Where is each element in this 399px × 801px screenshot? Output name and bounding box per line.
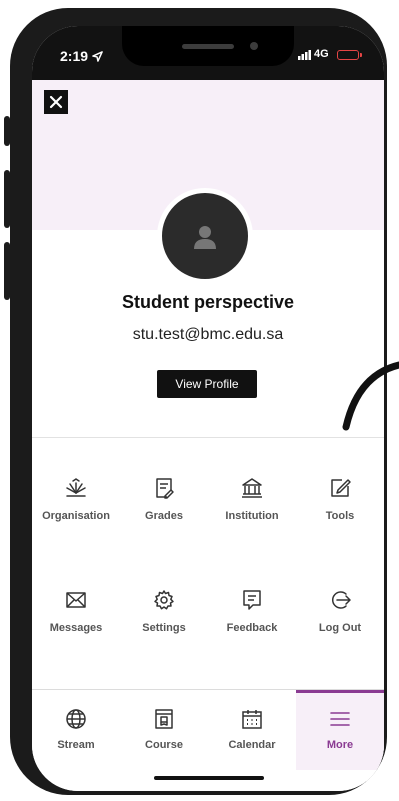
close-button[interactable] [44, 90, 68, 114]
location-arrow-icon [92, 51, 103, 62]
status-bar: 2:19 4G [32, 26, 384, 80]
menu-item-tools[interactable]: Tools [296, 476, 384, 546]
organisation-icon [66, 478, 86, 497]
profile-email: stu.test@bmc.edu.sa [132, 326, 284, 343]
tab-course[interactable]: Course [120, 690, 208, 770]
tools-icon [331, 479, 351, 497]
view-profile-button[interactable]: View Profile [157, 370, 257, 398]
tab-label: Stream [57, 739, 95, 751]
battery-icon [337, 50, 362, 60]
divider [32, 437, 384, 438]
profile-name: Student perspective [121, 292, 295, 312]
menu-item-label: Settings [142, 622, 186, 634]
logout-icon [331, 591, 351, 609]
signal-bars-icon [298, 50, 311, 60]
menu-item-label: Institution [225, 510, 279, 522]
close-icon [49, 95, 63, 109]
grades-icon [156, 478, 174, 499]
menu-item-organisation[interactable]: Organisation [32, 476, 120, 546]
menu-item-label: Feedback [226, 622, 278, 634]
status-time: 2:19 [60, 48, 103, 64]
feedback-icon [243, 590, 261, 610]
tab-stream[interactable]: Stream [32, 690, 120, 770]
user-silhouette-icon [194, 226, 216, 249]
tab-more[interactable]: More [296, 690, 384, 770]
tab-label: More [326, 739, 354, 751]
menu-item-log-out[interactable]: Log Out [296, 588, 384, 658]
notch [122, 26, 294, 66]
envelope-icon [66, 592, 86, 608]
menu-icon [330, 712, 350, 726]
decorative-curve [342, 361, 399, 431]
network-type: 4G [314, 48, 329, 60]
menu-item-feedback[interactable]: Feedback [208, 588, 296, 658]
menu-item-label: Tools [325, 510, 355, 522]
menu-item-label: Log Out [318, 622, 362, 634]
institution-icon [242, 478, 262, 498]
tab-calendar[interactable]: Calendar [208, 690, 296, 770]
course-icon [155, 709, 173, 729]
menu-item-grades[interactable]: Grades [120, 476, 208, 546]
menu-item-institution[interactable]: Institution [208, 476, 296, 546]
menu-item-messages[interactable]: Messages [32, 588, 120, 658]
camera [250, 42, 258, 50]
tab-label: Course [145, 739, 183, 751]
avatar [157, 188, 253, 284]
menu-item-label: Grades [145, 510, 183, 522]
calendar-icon [242, 710, 262, 729]
menu-item-settings[interactable]: Settings [120, 588, 208, 658]
speaker [182, 44, 234, 49]
menu-item-label: Messages [49, 622, 103, 634]
globe-icon [66, 709, 86, 729]
tab-label: Calendar [228, 739, 276, 751]
menu-item-label: Organisation [42, 510, 110, 522]
home-indicator [154, 776, 264, 780]
gear-icon [154, 590, 174, 610]
